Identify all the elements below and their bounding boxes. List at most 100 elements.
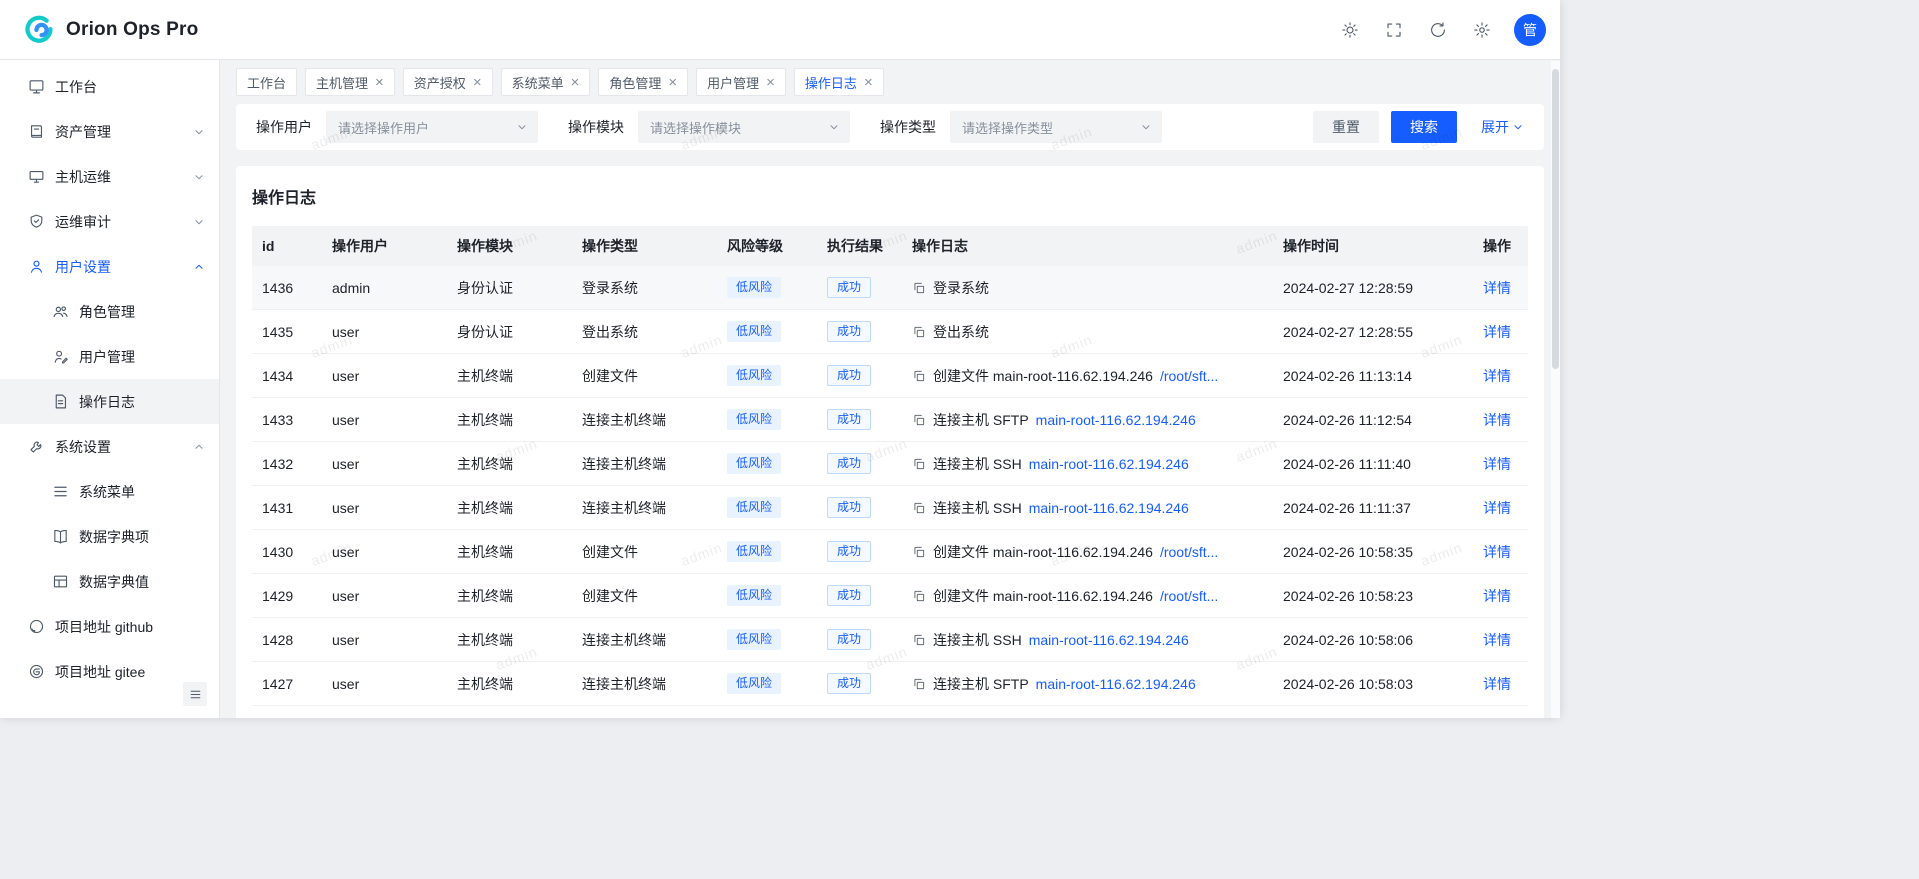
copy-icon[interactable]: [912, 545, 926, 559]
tab-item[interactable]: 操作日志×: [794, 68, 884, 96]
sidebar-subitem[interactable]: 操作日志: [0, 379, 219, 424]
chevron-down-icon: [193, 126, 205, 138]
sidebar-item[interactable]: 运维审计: [0, 199, 219, 244]
close-icon[interactable]: ×: [571, 75, 580, 90]
detail-link[interactable]: 详情: [1483, 456, 1511, 472]
tab-item[interactable]: 资产授权×: [403, 68, 493, 96]
copy-icon[interactable]: [912, 325, 926, 339]
log-text: 登录系统: [933, 278, 989, 298]
result-badge: 成功: [827, 277, 871, 298]
sidebar-subitem[interactable]: 系统菜单: [0, 469, 219, 514]
copy-icon[interactable]: [912, 457, 926, 471]
host-icon: [28, 168, 45, 185]
settings-button[interactable]: [1464, 12, 1500, 48]
cell-action: 详情: [1473, 410, 1528, 430]
cell-action: 详情: [1473, 454, 1528, 474]
detail-link[interactable]: 详情: [1483, 412, 1511, 428]
close-icon[interactable]: ×: [766, 75, 775, 90]
expand-toggle[interactable]: 展开: [1481, 117, 1524, 137]
sidebar-subitem[interactable]: 角色管理: [0, 289, 219, 334]
tab-item[interactable]: 工作台: [236, 68, 297, 96]
log-link[interactable]: main-root-116.62.194.246: [1036, 412, 1196, 428]
tab-item[interactable]: 用户管理×: [696, 68, 786, 96]
log-link[interactable]: main-root-116.62.194.246: [1036, 676, 1196, 692]
log-link[interactable]: /root/sft...: [1160, 368, 1218, 384]
cell-time: 2024-02-26 10:58:06: [1273, 632, 1473, 648]
cell-id: 1436: [252, 280, 322, 296]
scrollbar-thumb[interactable]: [1552, 69, 1559, 369]
table-row: 1434user主机终端创建文件低风险成功创建文件 main-root-116.…: [252, 354, 1528, 398]
sidebar-item[interactable]: 主机运维: [0, 154, 219, 199]
detail-link[interactable]: 详情: [1483, 632, 1511, 648]
sidebar-item[interactable]: 项目地址 github: [0, 604, 219, 649]
sidebar-item[interactable]: 工作台: [0, 64, 219, 109]
detail-link[interactable]: 详情: [1483, 280, 1511, 296]
detail-link[interactable]: 详情: [1483, 324, 1511, 340]
log-link[interactable]: main-root-116.62.194.246: [1029, 500, 1189, 516]
sidebar-subitem[interactable]: 数据字典项: [0, 514, 219, 559]
column-header: 操作类型: [572, 236, 717, 256]
log-link[interactable]: main-root-116.62.194.246: [1029, 632, 1189, 648]
log-link[interactable]: main-root-116.62.194.246: [1029, 456, 1189, 472]
cell-type: 创建文件: [572, 586, 717, 606]
reset-button[interactable]: 重置: [1313, 111, 1379, 143]
sidebar-item[interactable]: 系统设置: [0, 424, 219, 469]
close-icon[interactable]: ×: [668, 75, 677, 90]
detail-link[interactable]: 详情: [1483, 368, 1511, 384]
chevron-down-icon: [193, 171, 205, 183]
filter-select[interactable]: 请选择操作类型: [950, 111, 1162, 143]
cell-user: user: [322, 676, 447, 692]
theme-icon: [1341, 21, 1359, 39]
detail-link[interactable]: 详情: [1483, 544, 1511, 560]
copy-icon[interactable]: [912, 633, 926, 647]
sidebar-collapse-button[interactable]: [183, 682, 207, 706]
fullscreen-button[interactable]: [1376, 12, 1412, 48]
filter-label: 操作类型: [880, 117, 936, 137]
detail-link[interactable]: 详情: [1483, 676, 1511, 692]
sidebar: 工作台资产管理主机运维运维审计用户设置角色管理用户管理操作日志系统设置系统菜单数…: [0, 60, 220, 718]
tab-label: 主机管理: [316, 73, 368, 92]
copy-icon[interactable]: [912, 589, 926, 603]
cell-module: 身份认证: [447, 322, 572, 342]
tab-item[interactable]: 主机管理 ×: [305, 68, 395, 96]
copy-icon[interactable]: [912, 281, 926, 295]
cell-type: 创建文件: [572, 542, 717, 562]
copy-icon[interactable]: [912, 413, 926, 427]
menu-fold-icon: [189, 688, 202, 701]
app-logo[interactable]: Orion Ops Pro: [22, 13, 198, 47]
log-text: 连接主机 SSH: [933, 498, 1022, 518]
detail-link[interactable]: 详情: [1483, 588, 1511, 604]
detail-link[interactable]: 详情: [1483, 500, 1511, 516]
sidebar-subitem-label: 角色管理: [79, 302, 135, 322]
copy-icon[interactable]: [912, 501, 926, 515]
main-content: 工作台主机管理×资产授权×系统菜单×角色管理×用户管理×操作日志× 操作用户请选…: [220, 60, 1560, 718]
copy-icon[interactable]: [912, 677, 926, 691]
tab-item[interactable]: 角色管理×: [598, 68, 688, 96]
sidebar-item[interactable]: 资产管理: [0, 109, 219, 154]
filter-select[interactable]: 请选择操作用户: [326, 111, 538, 143]
search-button[interactable]: 搜索: [1391, 111, 1457, 143]
filter-select[interactable]: 请选择操作模块: [638, 111, 850, 143]
cell-risk: 低风险: [717, 453, 817, 474]
scrollbar[interactable]: [1551, 61, 1560, 718]
copy-icon[interactable]: [912, 369, 926, 383]
theme-button[interactable]: [1332, 12, 1368, 48]
refresh-button[interactable]: [1420, 12, 1456, 48]
close-icon[interactable]: ×: [864, 75, 873, 90]
column-header: 操作用户: [322, 236, 447, 256]
tab-item[interactable]: 系统菜单×: [501, 68, 591, 96]
workbench-icon: [28, 78, 45, 95]
sidebar-subitem[interactable]: 用户管理: [0, 334, 219, 379]
cell-type: 连接主机终端: [572, 630, 717, 650]
close-icon[interactable]: ×: [375, 75, 384, 90]
cell-type: 连接主机终端: [572, 498, 717, 518]
log-link[interactable]: /root/sft...: [1160, 588, 1218, 604]
filter-field: 操作模块请选择操作模块: [568, 111, 850, 143]
cell-result: 成功: [817, 629, 902, 650]
close-icon[interactable]: ×: [473, 75, 482, 90]
avatar[interactable]: 管: [1514, 14, 1546, 46]
sidebar-subitem[interactable]: 数据字典值: [0, 559, 219, 604]
cell-log: 连接主机 SSHmain-root-116.62.194.246: [902, 454, 1273, 474]
sidebar-item[interactable]: 用户设置: [0, 244, 219, 289]
log-link[interactable]: /root/sft...: [1160, 544, 1218, 560]
